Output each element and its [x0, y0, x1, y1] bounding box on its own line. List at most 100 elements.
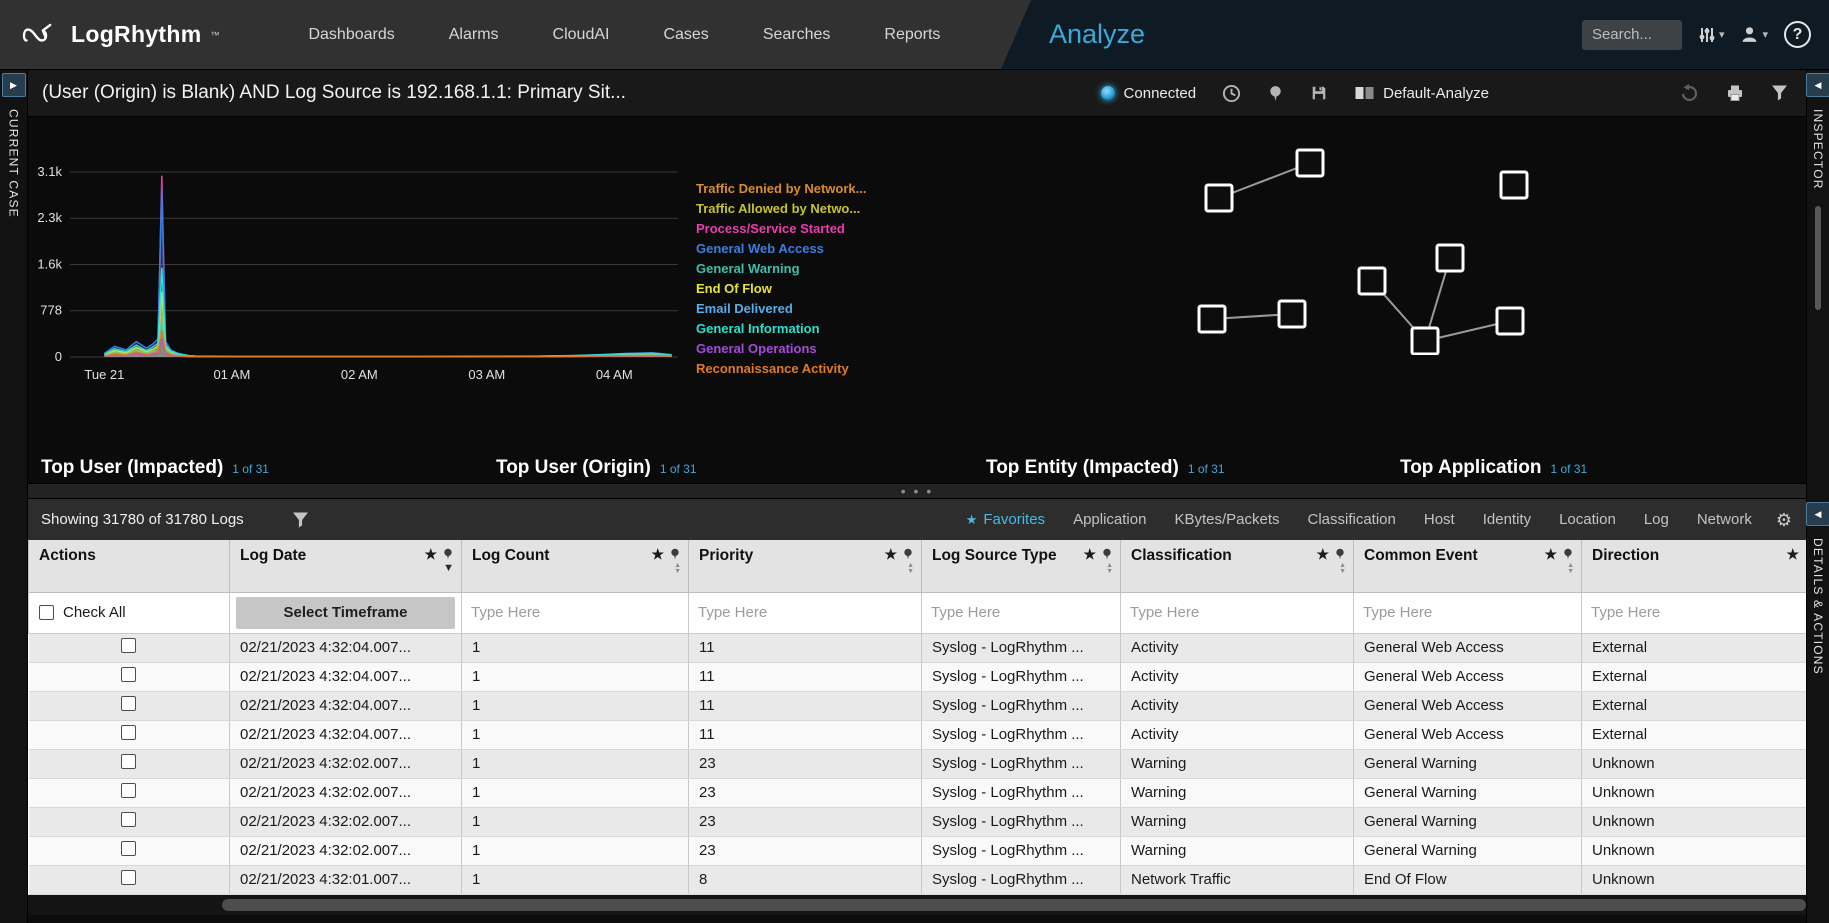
graph-node-2[interactable] [1501, 172, 1527, 198]
graph-node-6[interactable] [1279, 301, 1305, 327]
column-header-common-event[interactable]: Common Event★▲▼ [1354, 540, 1582, 592]
tab-location[interactable]: Location [1545, 499, 1630, 540]
tab-analyze[interactable]: Analyze [1049, 19, 1145, 50]
table-row[interactable]: 02/21/2023 4:32:04.007...111Syslog - Log… [29, 662, 1807, 691]
row-checkbox[interactable] [121, 725, 136, 740]
table-row[interactable]: 02/21/2023 4:32:04.007...111Syslog - Log… [29, 633, 1807, 662]
save-search-icon[interactable] [1310, 84, 1328, 102]
nav-item-cloudai[interactable]: CloudAI [526, 0, 637, 70]
favorite-star-icon[interactable]: ★ [1316, 547, 1329, 561]
horizontal-scrollbar[interactable] [28, 895, 1806, 915]
legend-item-traffic-allowed-by-netwo[interactable]: Traffic Allowed by Netwo... [696, 199, 867, 219]
current-case-label[interactable]: CURRENT CASE [7, 109, 21, 218]
favorite-star-icon[interactable]: ★ [884, 547, 897, 561]
pin-icon[interactable] [1334, 548, 1346, 560]
nav-item-dashboards[interactable]: Dashboards [281, 0, 421, 70]
help-icon[interactable]: ? [1784, 21, 1811, 48]
pin-icon[interactable] [442, 548, 454, 560]
nav-item-searches[interactable]: Searches [736, 0, 858, 70]
tab-classification[interactable]: Classification [1294, 499, 1410, 540]
legend-item-general-web-access[interactable]: General Web Access [696, 239, 867, 259]
expand-current-case-button[interactable]: ▶ [2, 73, 26, 97]
table-row[interactable]: 02/21/2023 4:32:01.007...18Syslog - LogR… [29, 865, 1807, 894]
check-all-checkbox[interactable] [39, 605, 54, 620]
row-checkbox[interactable] [121, 638, 136, 653]
check-all-control[interactable]: Check All [29, 604, 229, 621]
expand-inspector-button[interactable]: ◀ [1806, 73, 1829, 97]
filter-input-log-source-type[interactable] [931, 604, 1115, 621]
graph-node-1[interactable] [1206, 185, 1232, 211]
table-row[interactable]: 02/21/2023 4:32:02.007...123Syslog - Log… [29, 749, 1807, 778]
table-row[interactable]: 02/21/2023 4:32:04.007...111Syslog - Log… [29, 691, 1807, 720]
column-header-log-date[interactable]: Log Date★▼ [230, 540, 462, 592]
row-checkbox[interactable] [121, 696, 136, 711]
sort-toggle-icon[interactable]: ▲▼ [907, 563, 914, 575]
pin-icon[interactable] [669, 548, 681, 560]
sort-desc-icon[interactable]: ▼ [443, 563, 454, 573]
table-row[interactable]: 02/21/2023 4:32:02.007...123Syslog - Log… [29, 778, 1807, 807]
legend-item-general-operations[interactable]: General Operations [696, 339, 867, 359]
nav-item-reports[interactable]: Reports [857, 0, 967, 70]
row-checkbox[interactable] [121, 783, 136, 798]
table-row[interactable]: 02/21/2023 4:32:04.007...111Syslog - Log… [29, 720, 1807, 749]
row-checkbox[interactable] [121, 812, 136, 827]
tab-identity[interactable]: Identity [1469, 499, 1545, 540]
favorite-star-icon[interactable]: ★ [1786, 547, 1799, 561]
favorite-star-icon[interactable]: ★ [651, 547, 664, 561]
pin-icon[interactable] [1562, 548, 1574, 560]
legend-item-end-of-flow[interactable]: End Of Flow [696, 279, 867, 299]
undo-icon[interactable] [1679, 83, 1699, 103]
graph-node-3[interactable] [1437, 245, 1463, 271]
sort-toggle-icon[interactable]: ▲▼ [1567, 563, 1574, 575]
drag-handle-icon[interactable]: • • • [901, 487, 933, 495]
widget-pager[interactable]: 1 of 31 [660, 462, 697, 476]
horizontal-scrollbar-thumb[interactable] [222, 899, 1806, 911]
details-actions-label[interactable]: DETAILS & ACTIONS [1811, 538, 1825, 675]
layout-selector[interactable]: Default-Analyze [1354, 85, 1489, 102]
time-range-icon[interactable] [1222, 84, 1241, 103]
logs-filter-icon[interactable] [292, 512, 309, 528]
sort-toggle-icon[interactable]: ▲▼ [674, 563, 681, 575]
row-checkbox[interactable] [121, 841, 136, 856]
table-row[interactable]: 02/21/2023 4:32:02.007...123Syslog - Log… [29, 807, 1807, 836]
graph-node-4[interactable] [1359, 268, 1385, 294]
graph-node-0[interactable] [1297, 150, 1323, 176]
legend-item-general-warning[interactable]: General Warning [696, 259, 867, 279]
tab-application[interactable]: Application [1059, 499, 1160, 540]
row-checkbox[interactable] [121, 754, 136, 769]
logrhythm-logo[interactable]: LogRhythm™ [22, 21, 219, 49]
row-checkbox[interactable] [121, 667, 136, 682]
graph-node-7[interactable] [1412, 328, 1438, 354]
legend-item-reconnaissance-activity[interactable]: Reconnaissance Activity [696, 359, 867, 379]
panel-resize-divider[interactable]: • • • [28, 483, 1806, 499]
filter-input-log-count[interactable] [471, 604, 683, 621]
widget-pager[interactable]: 1 of 31 [1188, 462, 1225, 476]
table-row[interactable]: 02/21/2023 4:32:02.007...123Syslog - Log… [29, 836, 1807, 865]
filter-input-common-event[interactable] [1363, 604, 1576, 621]
select-timeframe-button[interactable]: Select Timeframe [236, 597, 455, 629]
tab-host[interactable]: Host [1410, 499, 1469, 540]
favorite-star-icon[interactable]: ★ [424, 547, 437, 561]
column-header-priority[interactable]: Priority★▲▼ [689, 540, 922, 592]
nav-item-alarms[interactable]: Alarms [422, 0, 526, 70]
column-header-log-count[interactable]: Log Count★▲▼ [462, 540, 689, 592]
global-search-input[interactable] [1582, 20, 1682, 50]
sort-toggle-icon[interactable]: ▲▼ [1106, 563, 1113, 575]
column-header-classification[interactable]: Classification★▲▼ [1121, 540, 1354, 592]
tab-kbytes-packets[interactable]: KBytes/Packets [1160, 499, 1293, 540]
user-menu[interactable]: ▾ [1740, 25, 1768, 44]
pin-icon[interactable] [902, 548, 914, 560]
inspector-label[interactable]: INSPECTOR [1811, 109, 1825, 190]
pin-icon[interactable] [1101, 548, 1113, 560]
column-header-direction[interactable]: Direction★ [1582, 540, 1807, 592]
filter-icon[interactable] [1771, 85, 1788, 101]
column-header-actions[interactable]: Actions [29, 540, 230, 592]
sort-toggle-icon[interactable]: ▲▼ [1339, 563, 1346, 575]
graph-node-5[interactable] [1199, 306, 1225, 332]
nav-item-cases[interactable]: Cases [636, 0, 735, 70]
legend-item-process-service-started[interactable]: Process/Service Started [696, 219, 867, 239]
expand-details-actions-button[interactable]: ◀ [1806, 502, 1829, 526]
grid-settings-gear-icon[interactable]: ⚙ [1776, 511, 1792, 529]
graph-node-8[interactable] [1497, 308, 1523, 334]
legend-item-email-delivered[interactable]: Email Delivered [696, 299, 867, 319]
